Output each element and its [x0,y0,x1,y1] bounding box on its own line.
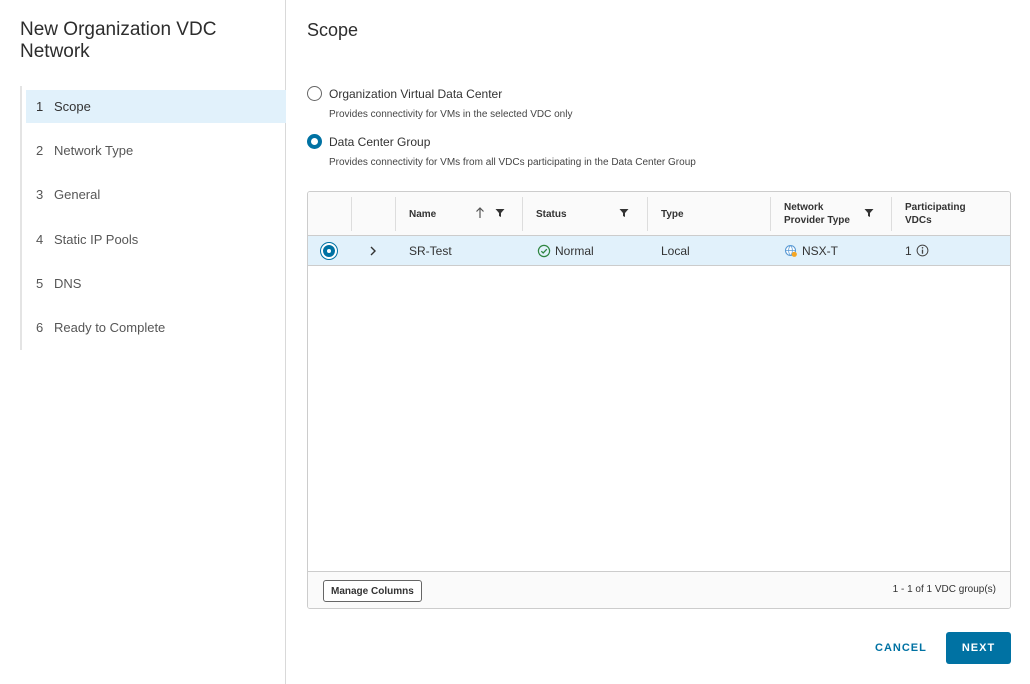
pagination-text: 1 - 1 of 1 VDC group(s) [892,584,996,595]
check-circle-icon [537,244,551,257]
step-label: Ready to Complete [54,320,166,335]
wizard-sidebar: New Organization VDC Network 1 Scope 2 N… [0,0,286,684]
step-scope[interactable]: 1 Scope [26,90,286,123]
cell-status: Normal [537,236,594,265]
column-header-label: Provider Type [784,215,850,226]
filter-icon[interactable] [864,208,874,218]
manage-columns-button[interactable]: Manage Columns [323,580,422,602]
step-dns[interactable]: 5 DNS [26,267,286,300]
grid-footer: Manage Columns 1 - 1 of 1 VDC group(s) [308,571,1010,608]
step-number: 5 [36,276,44,291]
info-icon[interactable] [916,244,929,257]
participating-count: 1 [905,243,912,258]
radio-description: Provides connectivity for VMs in the sel… [329,109,573,120]
column-header-type[interactable]: Type [647,192,770,236]
step-static-ip-pools[interactable]: 4 Static IP Pools [26,223,286,256]
column-header-label: Network [784,202,824,213]
next-button[interactable]: NEXT [946,632,1011,664]
step-number: 6 [36,320,44,335]
step-number: 1 [36,99,44,114]
vdc-group-grid: Name Status Type Network Provider Type P… [307,191,1011,609]
step-network-type[interactable]: 2 Network Type [26,134,286,167]
step-ready-to-complete[interactable]: 6 Ready to Complete [26,311,286,344]
table-row[interactable]: SR-Test Normal Local NSX-T 1 [308,236,1010,266]
radio-dc-group[interactable] [307,134,322,149]
provider-text: NSX-T [802,243,838,258]
radio-description: Provides connectivity for VMs from all V… [329,157,696,168]
page-title: Scope [307,20,359,40]
column-header-label: Status [536,208,567,220]
cell-provider: NSX-T [784,236,838,265]
sort-ascending-icon[interactable] [475,207,485,219]
step-label: General [54,187,101,202]
column-header-label: Type [661,208,684,220]
cell-participating: 1 [905,236,929,265]
filter-icon[interactable] [495,208,505,218]
nsx-globe-icon [784,244,797,257]
column-header-participating-vdcs[interactable]: Participating VDCs [891,192,1010,236]
step-general[interactable]: 3 General [26,178,286,211]
scope-option-org-vdc[interactable]: Organization Virtual Data Center [307,86,502,101]
column-header-label: Participating [905,202,966,213]
row-select-radio[interactable] [320,242,338,260]
wizard-steps: 1 Scope 2 Network Type 3 General 4 Stati… [20,86,286,350]
scope-option-dc-group[interactable]: Data Center Group [307,134,430,149]
cancel-button[interactable]: CANCEL [861,632,941,664]
step-label: Static IP Pools [54,232,139,247]
radio-org-vdc[interactable] [307,86,322,101]
filter-icon[interactable] [619,208,629,218]
grid-header: Name Status Type Network Provider Type P… [308,192,1010,236]
step-label: Scope [54,99,91,114]
chevron-right-icon[interactable] [366,244,380,258]
status-text: Normal [555,243,594,258]
column-header-label: VDCs [905,215,932,226]
cell-name: SR-Test [409,243,452,258]
radio-label: Data Center Group [329,134,431,149]
column-separator [351,197,352,231]
cell-type: Local [661,243,690,258]
radio-label: Organization Virtual Data Center [329,86,503,101]
main-content: Scope Organization Virtual Data Center P… [287,0,1030,684]
column-header-label: Name [409,208,437,220]
step-number: 2 [36,143,44,158]
step-label: DNS [54,276,82,291]
step-number: 4 [36,232,44,247]
wizard-title: New Organization VDC Network [20,19,217,62]
step-label: Network Type [54,143,134,158]
step-number: 3 [36,187,44,202]
